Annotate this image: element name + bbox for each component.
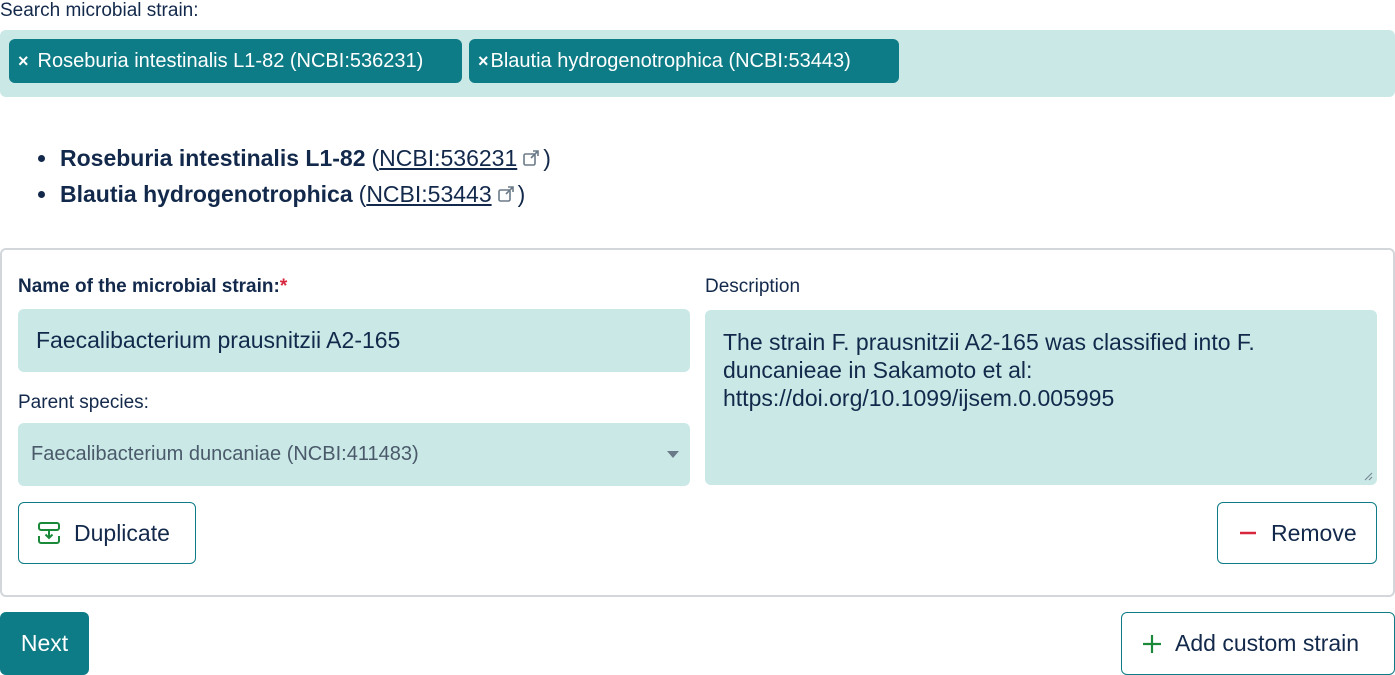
duplicate-button[interactable]: Duplicate <box>18 502 196 564</box>
resize-handle-icon[interactable] <box>1363 471 1373 481</box>
external-link-icon[interactable] <box>497 185 515 203</box>
parent-species-select[interactable]: Faecalibacterium duncaniae (NCBI:411483) <box>18 423 690 486</box>
tag-label: Roseburia intestinalis L1-82 (NCBI:53623… <box>37 49 424 72</box>
external-link-icon[interactable] <box>522 149 540 167</box>
parent-species-label: Parent species: <box>18 392 149 413</box>
open-paren: ( <box>371 145 380 171</box>
strain-name: Roseburia intestinalis L1-82 <box>60 145 366 171</box>
open-paren: ( <box>358 181 367 207</box>
parent-species-value: Faecalibacterium duncaniae (NCBI:411483) <box>31 443 419 465</box>
ncbi-link[interactable]: NCBI:536231 <box>379 140 517 176</box>
chevron-down-icon <box>667 451 679 458</box>
add-custom-strain-button[interactable]: Add custom strain <box>1121 612 1395 675</box>
strain-name-input[interactable] <box>18 309 690 372</box>
remove-tag-icon[interactable]: × <box>18 51 29 72</box>
remove-label: Remove <box>1271 519 1357 546</box>
required-mark: * <box>279 276 288 297</box>
bullet-icon <box>38 190 45 198</box>
selected-strain-tag: × Blautia hydrogenotrophica (NCBI:53443) <box>469 39 899 83</box>
description-textarea[interactable]: The strain F. prausnitzii A2-165 was cla… <box>705 310 1377 485</box>
strain-name: Blautia hydrogenotrophica <box>60 181 353 207</box>
strain-search-input[interactable]: × Roseburia intestinalis L1-82 (NCBI:536… <box>0 30 1395 97</box>
strain-name-label: Name of the microbial strain:* <box>18 276 287 298</box>
tag-label: Blautia hydrogenotrophica (NCBI:53443) <box>490 49 851 72</box>
minus-icon <box>1240 531 1256 535</box>
close-paren: ) <box>517 181 526 207</box>
selected-strains-list: Roseburia intestinalis L1-82 ( NCBI:5362… <box>38 140 551 212</box>
description-text: The strain F. prausnitzii A2-165 was cla… <box>723 329 1255 411</box>
next-label: Next <box>20 630 69 656</box>
remove-tag-icon[interactable]: × <box>478 51 489 72</box>
duplicate-icon <box>38 522 60 544</box>
description-label: Description <box>705 276 801 297</box>
ncbi-link[interactable]: NCBI:53443 <box>366 176 491 212</box>
list-item: Roseburia intestinalis L1-82 ( NCBI:5362… <box>38 140 551 176</box>
remove-button[interactable]: Remove <box>1217 502 1377 564</box>
plus-icon <box>1143 634 1161 653</box>
strain-name-label-text: Name of the microbial strain: <box>18 276 280 297</box>
duplicate-label: Duplicate <box>74 519 170 546</box>
next-button[interactable]: Next <box>0 612 89 675</box>
close-paren: ) <box>543 145 551 171</box>
add-custom-label: Add custom strain <box>1175 630 1360 656</box>
search-label: Search microbial strain: <box>0 0 199 21</box>
selected-strain-tag: × Roseburia intestinalis L1-82 (NCBI:536… <box>9 39 462 83</box>
bullet-icon <box>38 154 45 162</box>
list-item: Blautia hydrogenotrophica ( NCBI:53443 ) <box>38 176 551 212</box>
